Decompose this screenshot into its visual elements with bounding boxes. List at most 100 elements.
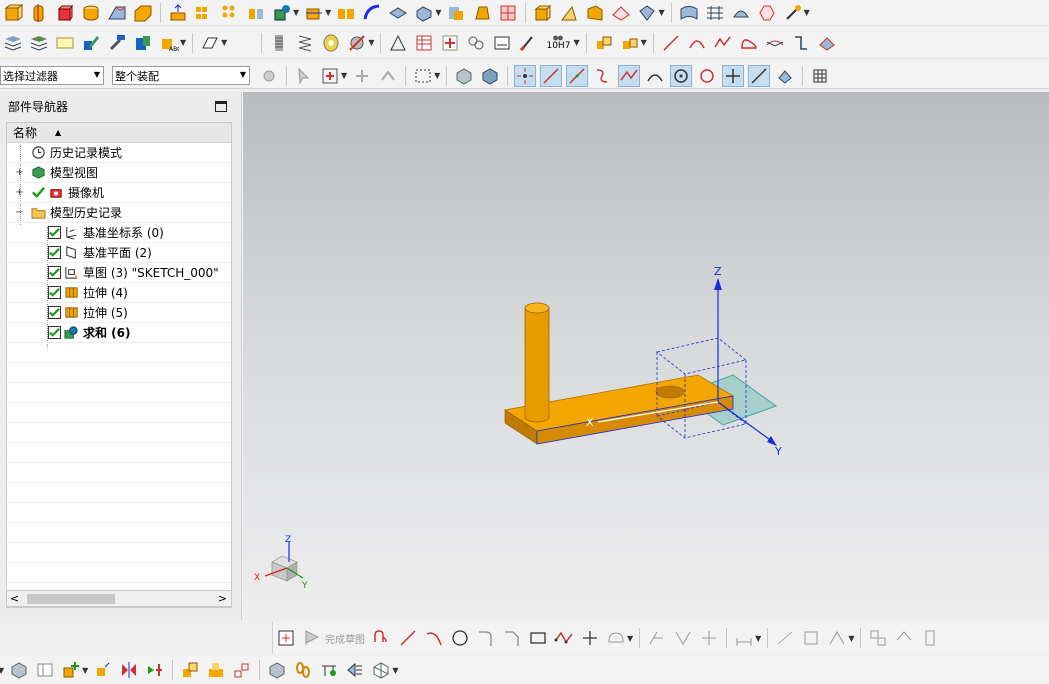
face-shape-icon[interactable] [636,2,658,24]
drafting-icon[interactable] [199,32,221,54]
expand-icon[interactable]: + [15,168,24,178]
finish-sketch-icon[interactable] [301,627,323,649]
snap-quadrant-icon[interactable] [696,65,718,87]
split-body-icon[interactable] [335,2,357,24]
chamfer-icon[interactable] [132,2,154,24]
sketch-arc-icon[interactable] [423,627,445,649]
constraint-assembly-icon[interactable] [144,659,166,681]
fillet-icon[interactable] [475,627,497,649]
tree-item-datum-plane[interactable]: 基准平面 (2) [7,243,231,263]
offset-face-icon[interactable] [387,2,409,24]
more-icon[interactable] [919,627,941,649]
intersection-curve-icon[interactable] [764,32,786,54]
sketch-task-icon[interactable] [275,627,297,649]
visibility-checkbox[interactable] [48,226,61,239]
box-icon[interactable] [532,2,554,24]
mirror-icon[interactable] [245,2,267,24]
expand-icon[interactable]: + [15,188,24,198]
constraint-icon[interactable] [774,627,796,649]
clearance-icon[interactable] [344,659,366,681]
shell-icon[interactable] [271,2,293,24]
block-icon[interactable] [54,2,76,24]
visibility-checkbox[interactable] [48,266,61,279]
tree-item-extrude-5[interactable]: 拉伸 (5) [7,303,231,323]
tree-item-unite[interactable]: 求和 (6) [7,323,231,343]
visibility-checkbox[interactable] [48,306,61,319]
move-component-icon[interactable] [179,659,201,681]
graphics-viewport[interactable]: Z Y X Z X Y [243,92,1049,620]
tree-item-model-history[interactable]: − 模型历史记录 [7,203,231,223]
note-icon[interactable] [54,32,76,54]
collapse-icon[interactable]: − [15,208,24,218]
sweep-icon[interactable] [361,2,383,24]
pattern-icon[interactable] [193,2,215,24]
through-curves-icon[interactable] [704,2,726,24]
tolerance-icon[interactable]: 10H7 [543,32,573,54]
exploded-view-icon[interactable] [266,659,288,681]
column-header-name[interactable]: 名称 ▲ [7,123,231,143]
assembly-move-icon[interactable] [619,32,641,54]
layer-settings-icon[interactable] [28,32,50,54]
move-face-icon[interactable] [167,2,189,24]
datum-plane-tool-icon[interactable] [610,2,632,24]
visibility-checkbox[interactable] [48,286,61,299]
snap-grey2-icon[interactable] [377,65,399,87]
sheet-icon[interactable] [584,2,606,24]
tree-item-extrude-4[interactable]: 拉伸 (4) [7,283,231,303]
project-curve-icon[interactable] [816,32,838,54]
trim-body-icon[interactable] [303,2,325,24]
cube-select-icon[interactable] [453,65,475,87]
reference-set-icon[interactable] [370,659,392,681]
scroll-left-icon[interactable]: < [10,591,19,606]
profile-icon[interactable] [371,627,393,649]
arc-icon[interactable] [686,32,708,54]
gear-icon[interactable] [346,32,368,54]
quick-trim-icon[interactable] [646,627,668,649]
select-pointer-icon[interactable] [293,65,315,87]
table-icon[interactable] [413,32,435,54]
n-sided-icon[interactable] [756,2,778,24]
tree-item-history-mode[interactable]: 历史记录模式 [7,143,231,163]
assembly-navigator-icon[interactable] [8,659,30,681]
snap-face-icon[interactable] [774,65,796,87]
snap-arc-center-icon[interactable] [644,65,666,87]
edge-blend-icon[interactable] [106,2,128,24]
hammer-icon[interactable] [106,32,128,54]
snap-existing-icon[interactable] [722,64,745,87]
polygon-icon[interactable] [553,627,575,649]
visibility-checkbox[interactable] [48,246,61,259]
sketch-settings-icon[interactable] [867,627,889,649]
spline-icon[interactable] [712,32,734,54]
mesh-icon[interactable] [497,2,519,24]
snap-point-icon[interactable] [514,64,537,87]
boolean-icon[interactable] [445,2,467,24]
snap-midpoint-icon[interactable] [566,64,589,87]
extrude-icon[interactable] [2,2,24,24]
snap-control-icon[interactable] [592,65,614,87]
point-icon[interactable] [579,627,601,649]
text-style-icon[interactable]: ABC [158,32,180,54]
selection-filter-dropdown[interactable]: 选择过滤器 ▼ [0,66,104,85]
snap-endpoint-icon[interactable] [540,64,563,87]
revolve-icon[interactable] [28,2,50,24]
offset-curve-icon[interactable] [605,627,627,649]
horizontal-scrollbar[interactable]: < > [6,590,232,607]
layer-icon[interactable] [2,32,24,54]
snap-center-icon[interactable] [670,64,693,87]
snap-intersection-icon[interactable] [618,64,641,87]
studio-surface-icon[interactable] [730,2,752,24]
maximize-icon[interactable] [215,101,227,112]
assembly-layout-icon[interactable] [34,659,56,681]
drawing-sheet-icon[interactable] [491,32,513,54]
tree-item-datum-csys[interactable]: 基准坐标系 (0) [7,223,231,243]
scroll-right-icon[interactable]: > [218,591,227,606]
tree-item-model-views[interactable]: + 模型视图 [7,163,231,183]
pattern-component-icon[interactable] [231,659,253,681]
show-constraints-icon[interactable] [826,627,848,649]
assembly-add-icon[interactable] [593,32,615,54]
make-corner-icon[interactable] [698,627,720,649]
snap-on-curve-icon[interactable] [748,64,771,87]
symbol-icon[interactable] [465,32,487,54]
mirror-assembly-icon[interactable] [118,659,140,681]
object-display-icon[interactable] [132,32,154,54]
